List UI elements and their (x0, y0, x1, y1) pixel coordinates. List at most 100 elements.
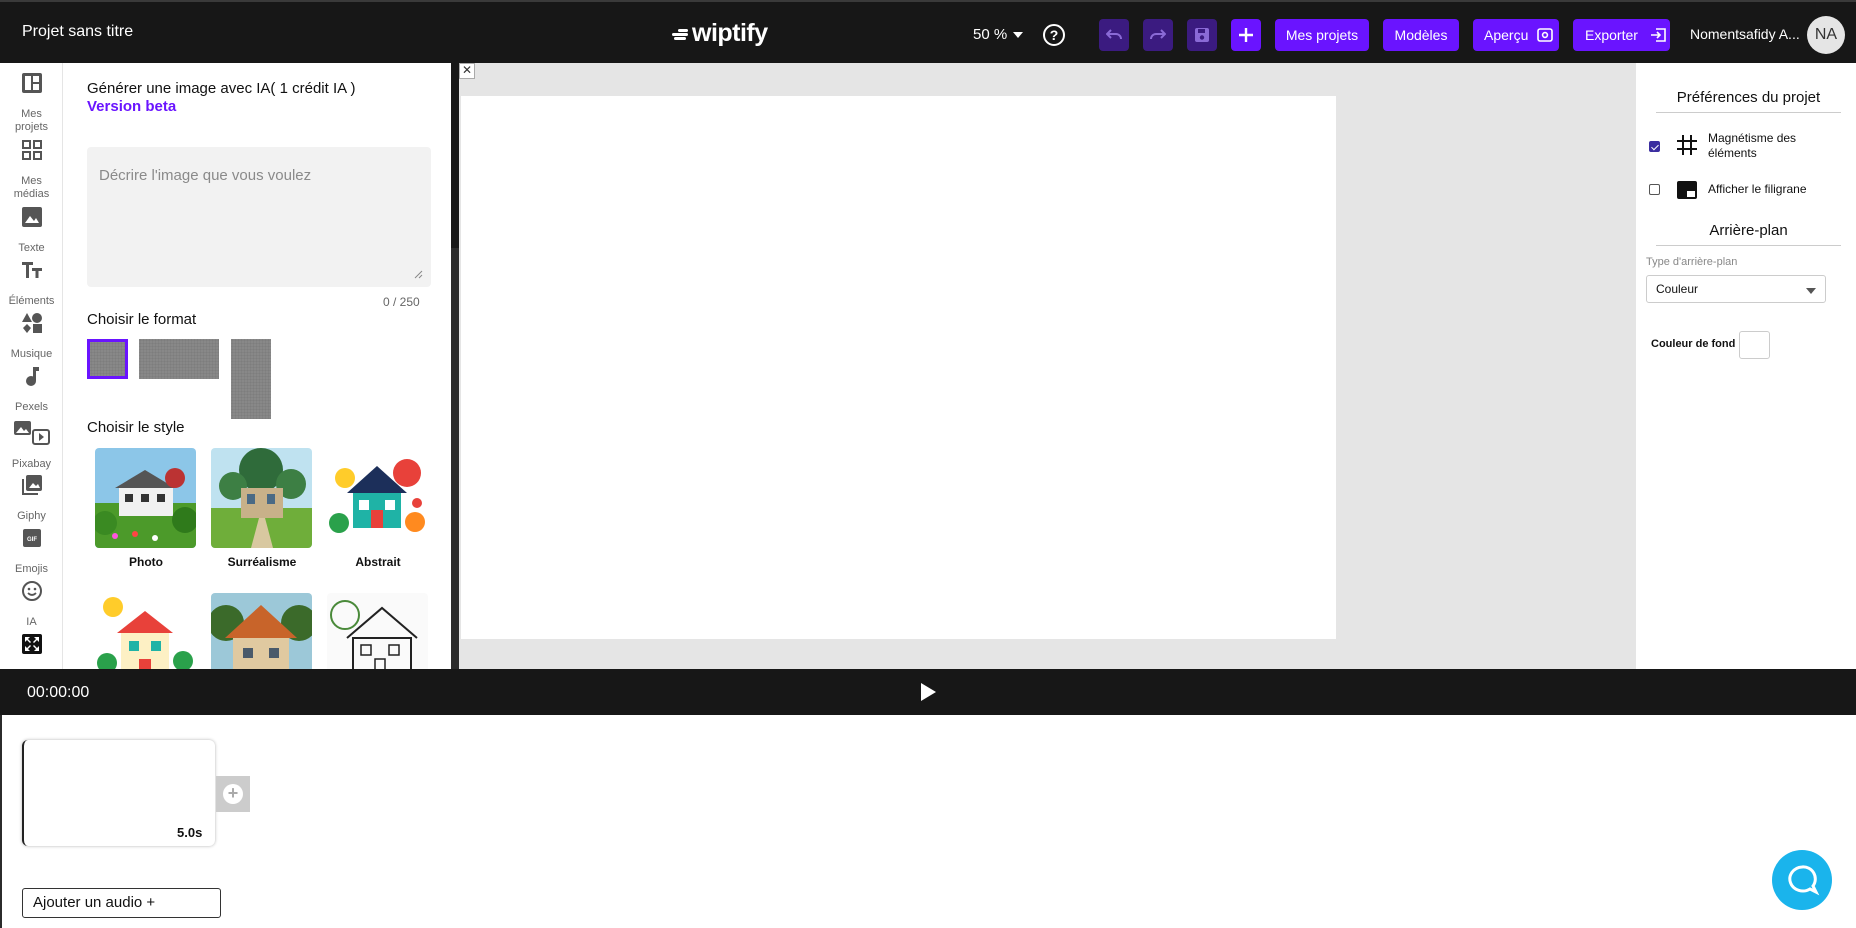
rail-label: Giphy (17, 510, 46, 522)
plus-icon: + (223, 784, 243, 804)
format-portrait[interactable] (231, 339, 271, 419)
style-painting[interactable] (211, 593, 313, 669)
my-projects-button[interactable]: Mes projets (1275, 19, 1369, 51)
redo-button[interactable] (1143, 19, 1173, 51)
preview-label: Aperçu (1484, 27, 1529, 43)
add-button[interactable] (1231, 19, 1261, 51)
preferences-title: Préférences du projet (1656, 89, 1841, 113)
rail-label: Mes (21, 175, 42, 187)
rail-label: Emojis (14, 563, 48, 575)
style-surrealism[interactable]: Surréalisme (211, 448, 313, 569)
style-label: Surréalisme (227, 555, 297, 569)
panel-scrollbar-thumb[interactable] (451, 63, 459, 248)
media-icon[interactable] (13, 420, 51, 446)
close-panel-icon[interactable]: ✕ (459, 63, 475, 79)
rail-label: Pixabay (11, 458, 52, 470)
eye-icon (1537, 28, 1554, 42)
style-sketch-thumb (327, 593, 428, 669)
add-slide-button[interactable]: + (216, 776, 250, 812)
image-icon[interactable] (21, 206, 43, 228)
project-title[interactable]: Projet sans titre (22, 23, 133, 41)
export-button[interactable]: Exporter (1573, 19, 1670, 51)
style-photo-thumb (95, 448, 196, 548)
timeline (0, 715, 1856, 928)
background-color-swatch[interactable] (1739, 331, 1770, 359)
magnet-grid-icon (1677, 135, 1697, 155)
slide-canvas[interactable] (461, 96, 1336, 639)
grid-icon[interactable] (21, 139, 43, 161)
chevron-down-icon (1806, 288, 1816, 294)
play-icon[interactable] (921, 683, 936, 701)
resize-handle-icon[interactable] (413, 269, 423, 279)
zoom-select[interactable]: 50 % (973, 26, 1024, 43)
export-label: Exporter (1585, 27, 1638, 43)
style-abstract-thumb (327, 448, 428, 548)
wiptify-logo[interactable]: wiptify (672, 19, 768, 48)
watermark-checkbox[interactable] (1649, 184, 1660, 195)
background-type-select[interactable]: Couleur (1646, 275, 1826, 303)
magnet-label: Magnétisme des éléments (1708, 131, 1796, 161)
format-square[interactable] (87, 339, 128, 379)
magnet-label-line: Magnétisme des (1708, 131, 1797, 145)
image-prompt-input[interactable] (87, 147, 431, 287)
ai-icon[interactable] (21, 633, 43, 655)
ai-image-panel: Générer une image avec IA( 1 crédit IA )… (63, 63, 451, 669)
rail-pexels[interactable]: Pexels (0, 401, 63, 414)
player-bar: 00:00:00 (0, 669, 1856, 715)
top-bar: Projet sans titre wiptify 50 % ? Mes pro… (0, 0, 1856, 63)
preview-button[interactable]: Aperçu (1473, 19, 1559, 51)
zoom-value: 50 % (973, 26, 1008, 43)
photo-library-icon[interactable] (21, 474, 43, 496)
avatar[interactable]: NA (1807, 16, 1845, 54)
plus-icon (1239, 28, 1253, 42)
magnet-checkbox[interactable] (1649, 141, 1660, 152)
music-icon[interactable] (21, 365, 43, 387)
rail-label: projets (14, 121, 49, 133)
rail-label: Mes (21, 108, 42, 120)
rail-emojis[interactable]: Emojis (0, 563, 63, 576)
watermark-icon (1677, 181, 1697, 199)
save-button[interactable] (1187, 19, 1217, 51)
dashboard-icon[interactable] (21, 72, 43, 94)
background-title: Arrière-plan (1656, 222, 1841, 246)
gif-icon[interactable]: GIF (21, 527, 43, 549)
background-color-label: Couleur de fond (1651, 338, 1736, 350)
rail-text[interactable]: Texte (0, 242, 63, 255)
chat-bubble-icon (1788, 865, 1820, 896)
undo-button[interactable] (1099, 19, 1129, 51)
rail-ai[interactable]: IA (0, 616, 63, 629)
style-abstract[interactable]: Abstrait (327, 448, 429, 569)
rail-giphy[interactable]: Giphy (0, 510, 63, 523)
style-cartoon-thumb (95, 593, 196, 669)
templates-button[interactable]: Modèles (1383, 19, 1459, 51)
char-counter: 0 / 250 (383, 295, 420, 309)
beta-label: Version beta (87, 98, 177, 115)
rail-pixabay[interactable]: Pixabay (0, 458, 63, 471)
style-label: Photo (129, 555, 163, 569)
style-photo[interactable]: Photo (95, 448, 197, 569)
help-icon[interactable]: ? (1043, 24, 1065, 46)
style-sketch[interactable] (327, 593, 429, 669)
logo-mark-icon (672, 28, 690, 40)
left-rail: Mes projets Mes médias Texte Éléments Mu… (0, 63, 63, 669)
format-landscape[interactable] (139, 339, 219, 379)
time-display: 00:00:00 (27, 684, 90, 701)
undo-icon (1106, 29, 1122, 40)
style-cartoon[interactable] (95, 593, 197, 669)
rail-label: Pexels (14, 401, 49, 413)
magnet-label-line: éléments (1708, 146, 1757, 160)
text-icon[interactable] (21, 259, 43, 281)
rail-music[interactable]: Musique (0, 348, 63, 361)
rail-label: Éléments (8, 295, 55, 307)
rail-my-projects[interactable]: Mes projets (0, 108, 63, 134)
style-title: Choisir le style (87, 419, 185, 436)
chat-button[interactable] (1772, 850, 1832, 910)
svg-text:GIF: GIF (27, 537, 37, 543)
rail-elements[interactable]: Éléments (0, 295, 63, 308)
user-name[interactable]: Nomentsafidy A... (1690, 26, 1800, 42)
rail-my-media[interactable]: Mes médias (0, 175, 63, 201)
export-icon (1650, 28, 1666, 42)
smiley-icon[interactable] (21, 580, 43, 602)
shapes-icon[interactable] (21, 312, 43, 334)
add-audio-button[interactable]: Ajouter un audio + (22, 888, 221, 918)
